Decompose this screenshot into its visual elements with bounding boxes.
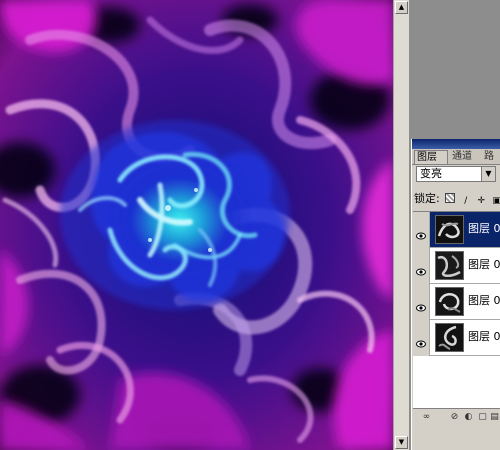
link-icon[interactable]: ∞ xyxy=(421,412,432,423)
layer-name[interactable]: 图层 0 xyxy=(468,222,500,236)
tab-channels[interactable]: 通道 xyxy=(450,150,480,164)
visibility-toggle[interactable] xyxy=(413,320,430,356)
move-lock-icon[interactable]: ✛ xyxy=(476,196,486,206)
mask-icon[interactable]: ◐ xyxy=(463,412,474,423)
layer-thumbnail xyxy=(435,251,464,280)
visibility-toggle[interactable] xyxy=(413,284,430,320)
checker-lock-icon[interactable] xyxy=(445,193,456,203)
tab-paths[interactable]: 路 xyxy=(482,150,500,164)
layer-row[interactable]: 图层 0 xyxy=(413,212,500,248)
visibility-toggle[interactable] xyxy=(413,248,430,284)
padlock-icon[interactable]: ▣ xyxy=(492,196,500,206)
layer-list: 图层 0 图层 0 图层 0 图层 0 xyxy=(413,211,500,409)
eye-icon xyxy=(416,333,426,348)
brush-lock-icon[interactable]: / xyxy=(461,196,471,206)
eye-icon xyxy=(416,297,426,312)
trash-icon[interactable]: ▤ xyxy=(489,412,500,423)
layers-bottom-toolbar: ∞ ⊘ ◐ ▢ ▤ xyxy=(413,408,500,427)
blend-mode-select[interactable]: 变亮 ▼ xyxy=(416,166,496,182)
palette-footer xyxy=(413,427,500,450)
palette-tabs: 图层 通道 路 xyxy=(412,149,500,165)
layer-name[interactable]: 图层 0 xyxy=(468,258,500,272)
lock-row: 锁定: / ✛ ▣ xyxy=(414,191,500,207)
new-layer-icon[interactable]: ▢ xyxy=(477,412,488,423)
scroll-down-arrow-icon[interactable]: ▼ xyxy=(395,436,408,449)
smoke-artwork xyxy=(0,0,393,450)
layer-row[interactable]: 图层 0 xyxy=(413,320,500,356)
scroll-up-arrow-icon[interactable]: ▲ xyxy=(395,1,408,14)
eye-icon xyxy=(416,261,426,276)
layer-thumbnail xyxy=(435,323,464,352)
palette-titlebar[interactable] xyxy=(412,139,500,149)
lock-label: 锁定: xyxy=(414,192,440,205)
layer-thumbnail xyxy=(435,287,464,316)
layer-row[interactable]: 图层 0 xyxy=(413,284,500,320)
layer-name[interactable]: 图层 0 xyxy=(468,330,500,344)
tab-layers[interactable]: 图层 xyxy=(414,150,448,164)
layer-thumbnail xyxy=(435,215,464,244)
chevron-down-icon[interactable]: ▼ xyxy=(481,167,495,181)
visibility-toggle[interactable] xyxy=(413,212,430,248)
eye-icon xyxy=(416,225,426,240)
blend-mode-value: 变亮 xyxy=(420,167,442,180)
layer-name[interactable]: 图层 0 xyxy=(468,294,500,308)
layer-row[interactable]: 图层 0 xyxy=(413,248,500,284)
canvas-vertical-scrollbar[interactable]: ▲ ▼ xyxy=(393,0,409,450)
image-canvas[interactable] xyxy=(0,0,393,450)
fx-icon[interactable]: ⊘ xyxy=(449,412,460,423)
